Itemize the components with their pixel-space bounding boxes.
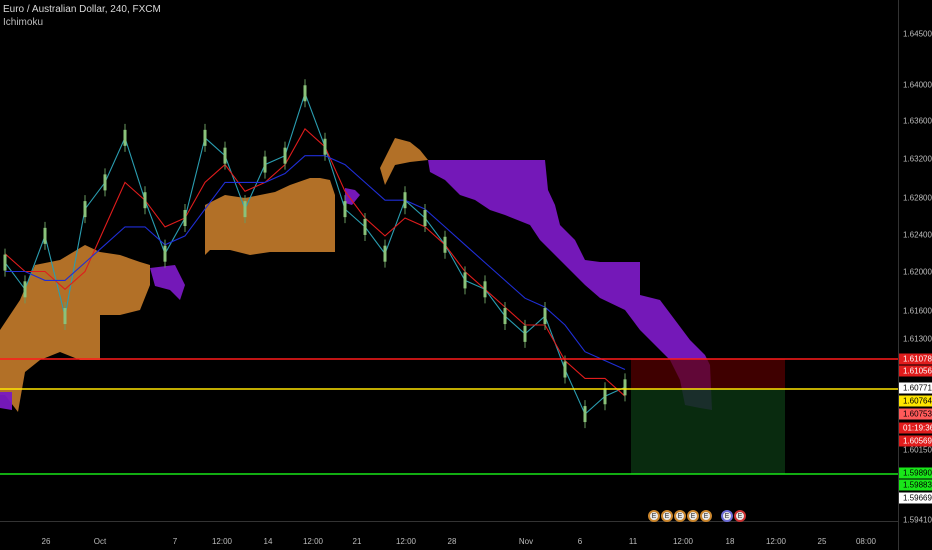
- price-tag: 1.61056: [899, 365, 932, 377]
- y-tick-label: 1.61600: [903, 306, 932, 316]
- candle-body: [303, 85, 307, 102]
- economic-events[interactable]: EEEEEEE: [648, 510, 746, 526]
- x-tick-label: 6: [577, 537, 583, 546]
- candle-body: [383, 245, 387, 262]
- x-tick-label: 08:00: [855, 537, 877, 546]
- candle-body: [343, 201, 347, 218]
- candle-body: [123, 129, 127, 146]
- candle-body: [363, 218, 367, 235]
- kumo-bull-segment: [205, 178, 335, 255]
- candle-body: [43, 227, 47, 244]
- event-marker-icon[interactable]: E: [661, 510, 673, 522]
- x-tick-label: 21: [352, 537, 362, 546]
- candle-body: [23, 281, 27, 298]
- x-tick-label: 12:00: [765, 537, 787, 546]
- kumo-bull-segment: [0, 245, 150, 412]
- x-tick-label: 12:00: [672, 537, 694, 546]
- candle-body: [503, 308, 507, 325]
- price-tag: 1.59883: [899, 479, 932, 491]
- kumo-bull-segment: [380, 138, 428, 185]
- y-tick-label: 1.64500: [903, 29, 932, 39]
- chart-title: Euro / Australian Dollar, 240, FXCM: [3, 4, 161, 15]
- stop-loss-zone: [631, 359, 785, 389]
- event-marker-icon[interactable]: E: [700, 510, 712, 522]
- y-tick-label: 1.63200: [903, 154, 932, 164]
- price-tag: 1.60569: [899, 435, 932, 447]
- indicator-label[interactable]: Ichimoku: [3, 17, 43, 28]
- y-tick-label: 1.62400: [903, 230, 932, 240]
- kumo-bear-segment: [0, 392, 12, 410]
- y-tick-label: 1.62800: [903, 193, 932, 203]
- x-tick-label: 12:00: [302, 537, 324, 546]
- price-tag: 1.59669: [899, 492, 932, 504]
- x-tick-label: 28: [447, 537, 457, 546]
- x-tick-label: 14: [263, 537, 273, 546]
- y-tick-label: 1.63600: [903, 116, 932, 126]
- price-tag: 01:19:36: [899, 422, 932, 434]
- candle-body: [83, 201, 87, 218]
- candle-body: [603, 388, 607, 405]
- kumo-bear-segment: [345, 188, 360, 205]
- candle-body: [403, 192, 407, 209]
- y-tick-label: 1.64000: [903, 80, 932, 90]
- x-tick-label: Nov: [518, 537, 534, 546]
- take-profit-zone: [631, 389, 785, 474]
- candle-body: [163, 245, 167, 262]
- candle-body: [3, 254, 7, 271]
- candle-body: [463, 272, 467, 289]
- x-tick-label: 25: [817, 537, 827, 546]
- candle-body: [523, 325, 527, 342]
- y-tick-label: 1.59410: [903, 515, 932, 525]
- candle-body: [443, 236, 447, 253]
- x-tick-label: 7: [172, 537, 178, 546]
- candle-body: [203, 129, 207, 146]
- x-tick-label: Oct: [93, 537, 107, 546]
- x-tick-label: 18: [725, 537, 735, 546]
- candle-body: [323, 138, 327, 155]
- event-marker-icon[interactable]: E: [674, 510, 686, 522]
- candle-body: [263, 156, 267, 173]
- price-tag: 1.60753: [899, 408, 932, 420]
- event-marker-icon[interactable]: E: [734, 510, 746, 522]
- x-tick-label: 26: [41, 537, 51, 546]
- candle-body: [143, 192, 147, 209]
- candle-body: [63, 308, 67, 325]
- price-tag: 1.59890: [899, 467, 932, 479]
- candle-body: [223, 147, 227, 164]
- price-tag: 1.60764: [899, 395, 932, 407]
- candle-body: [243, 201, 247, 218]
- candle-body: [103, 174, 107, 191]
- x-tick-label: 12:00: [211, 537, 233, 546]
- candle-body: [623, 379, 627, 396]
- candle-body: [563, 361, 567, 378]
- event-marker-icon[interactable]: E: [721, 510, 733, 522]
- candle-body: [183, 210, 187, 227]
- y-tick-label: 1.62000: [903, 267, 932, 277]
- event-marker-icon[interactable]: E: [648, 510, 660, 522]
- x-tick-label: 11: [628, 537, 638, 546]
- price-chart[interactable]: [0, 0, 932, 550]
- event-marker-icon[interactable]: E: [687, 510, 699, 522]
- candle-body: [583, 406, 587, 423]
- kumo-bear-segment: [150, 265, 185, 300]
- y-tick-label: 1.61300: [903, 334, 932, 344]
- time-axis-separator: [0, 521, 898, 522]
- price-tag: 1.61078: [899, 353, 932, 365]
- candle-body: [283, 147, 287, 164]
- x-tick-label: 12:00: [395, 537, 417, 546]
- candle-body: [543, 308, 547, 325]
- candle-body: [483, 281, 487, 298]
- candle-body: [423, 210, 427, 227]
- y-tick-label: 1.60150: [903, 445, 932, 455]
- position-boxes: [631, 359, 785, 474]
- price-tag: 1.60771: [899, 382, 932, 394]
